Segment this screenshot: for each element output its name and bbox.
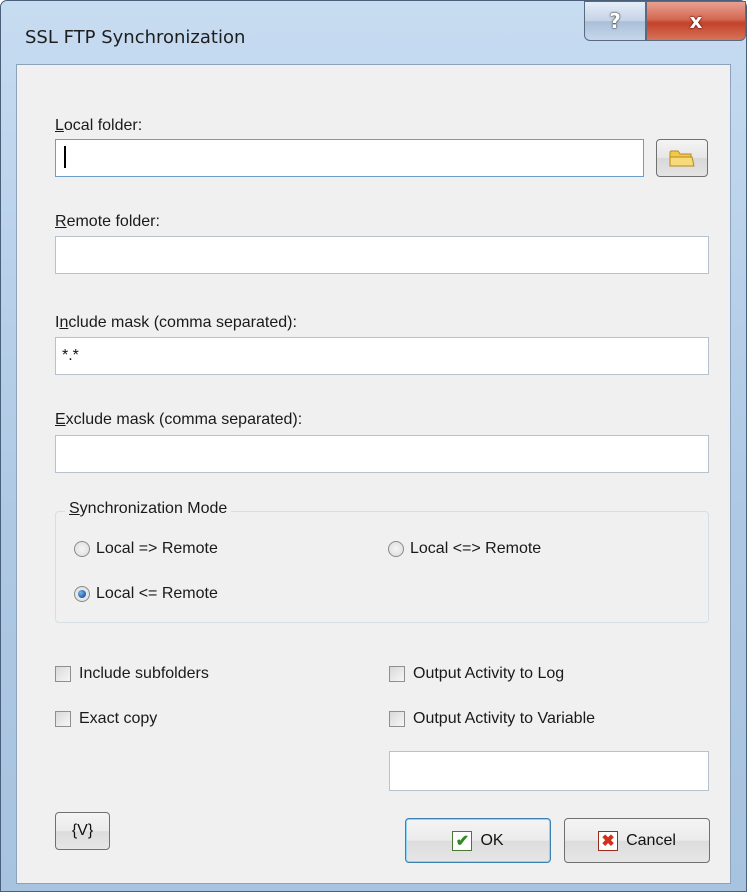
help-icon: ? bbox=[609, 9, 621, 33]
checkbox-box bbox=[55, 711, 71, 727]
close-button[interactable]: x bbox=[646, 1, 746, 41]
checkbox-box bbox=[389, 666, 405, 682]
x-icon: ✖ bbox=[598, 830, 619, 851]
checkbox-label: Output Activity to Variable bbox=[413, 710, 596, 727]
sync-mode-group bbox=[55, 511, 709, 623]
checkbox-label: Output Activity to Log bbox=[413, 665, 565, 682]
folder-icon bbox=[669, 150, 695, 167]
browse-folder-button[interactable] bbox=[656, 139, 708, 177]
checkbox-label: Exact copy bbox=[79, 710, 158, 727]
remote-folder-input[interactable] bbox=[55, 236, 709, 274]
output-log-checkbox[interactable]: Output Activity to Log bbox=[389, 665, 564, 683]
radio-label: Local <=> Remote bbox=[410, 540, 542, 557]
checkmark-icon: ✔ bbox=[452, 830, 473, 851]
radio-indicator-selected bbox=[74, 586, 90, 602]
output-variable-checkbox[interactable]: Output Activity to Variable bbox=[389, 710, 595, 728]
radio-label: Local <= Remote bbox=[96, 585, 218, 602]
radio-label: Local => Remote bbox=[96, 540, 218, 557]
include-mask-label: Include mask (comma separated): bbox=[55, 314, 297, 331]
cancel-label: Cancel bbox=[626, 831, 676, 849]
exclude-mask-label: Exclude mask (comma separated): bbox=[55, 411, 303, 428]
local-folder-label: Local folder: bbox=[55, 117, 143, 134]
checkbox-box bbox=[389, 711, 405, 727]
window-title: SSL FTP Synchronization bbox=[25, 27, 246, 48]
include-subfolders-checkbox[interactable]: Include subfolders bbox=[55, 665, 209, 683]
include-mask-input[interactable] bbox=[55, 337, 709, 375]
radio-local-to-remote[interactable]: Local => Remote bbox=[74, 540, 218, 558]
radio-indicator bbox=[74, 541, 90, 557]
checkbox-box bbox=[55, 666, 71, 682]
remote-folder-label: Remote folder: bbox=[55, 213, 160, 230]
help-button[interactable]: ? bbox=[584, 1, 646, 41]
sync-mode-title: Synchronization Mode bbox=[65, 500, 232, 518]
variables-label: {V} bbox=[71, 822, 94, 839]
text-caret bbox=[64, 146, 66, 168]
output-variable-input[interactable] bbox=[389, 751, 709, 791]
local-folder-input[interactable] bbox=[55, 139, 644, 177]
variables-button[interactable]: {V} bbox=[55, 812, 110, 850]
exclude-mask-input[interactable] bbox=[55, 435, 709, 473]
close-icon: x bbox=[689, 9, 703, 33]
radio-indicator bbox=[388, 541, 404, 557]
checkbox-label: Include subfolders bbox=[79, 665, 209, 682]
radio-local-both-remote[interactable]: Local <=> Remote bbox=[388, 540, 541, 558]
ok-label: OK bbox=[480, 831, 504, 849]
radio-remote-to-local[interactable]: Local <= Remote bbox=[74, 585, 218, 603]
exact-copy-checkbox[interactable]: Exact copy bbox=[55, 710, 157, 728]
ok-button[interactable]: ✔ OK bbox=[405, 818, 551, 863]
cancel-button[interactable]: ✖ Cancel bbox=[564, 818, 710, 863]
